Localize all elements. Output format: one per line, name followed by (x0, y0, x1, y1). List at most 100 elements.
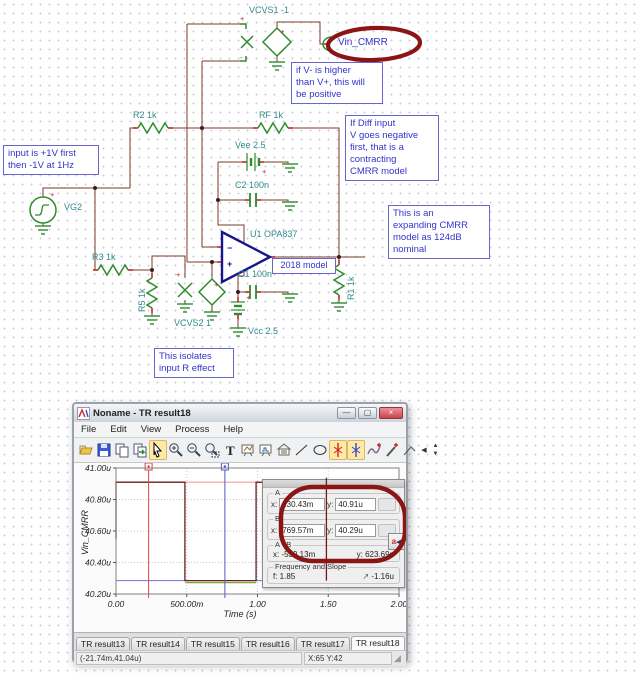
note-diff-input[interactable]: If Diff input V goes negative first, tha… (345, 115, 439, 181)
menu-edit[interactable]: Edit (103, 424, 133, 435)
y-tick-label: 40.20u (85, 589, 111, 599)
svg-text:+: + (240, 14, 245, 23)
menu-process[interactable]: Process (168, 424, 216, 435)
note-isolates[interactable]: This isolates input R effect (154, 348, 234, 378)
open-file-icon[interactable] (77, 440, 95, 460)
menu-view[interactable]: View (134, 424, 168, 435)
zoom-out-icon[interactable] (185, 440, 203, 460)
marker-tool-icon[interactable] (383, 440, 401, 460)
model-tag[interactable]: 2018 model (272, 258, 336, 274)
vcc-label[interactable]: Vcc 2.5 (248, 326, 278, 336)
note-vminus[interactable]: if V- is higher than V+, this will be po… (291, 62, 383, 104)
cursor-b-y-field[interactable]: 40.29u (335, 524, 375, 537)
desktop-background: − + +- +- + + + + + (0, 0, 640, 677)
cursor-a-x-field[interactable]: 230.43m (279, 498, 325, 511)
svg-text:+: + (246, 293, 251, 302)
vcvs2-label[interactable]: VCVS2 1 (174, 318, 211, 328)
c1-label[interactable]: C1 100n (238, 269, 272, 279)
note-expanding[interactable]: This is an expanding CMRR model as 124dB… (388, 205, 490, 259)
restore-button[interactable]: ▢ (358, 407, 377, 419)
tab-tr-result14[interactable]: TR result14 (131, 637, 185, 650)
menu-file[interactable]: File (74, 424, 103, 435)
save-icon[interactable] (95, 440, 113, 460)
cursor-jump-button[interactable]: a◀ (388, 533, 405, 550)
resistor-r2[interactable] (138, 123, 168, 133)
r2-label[interactable]: R2 1k (133, 110, 157, 120)
svg-text:+: + (176, 270, 181, 279)
add-curve-tool-icon[interactable] (365, 440, 383, 460)
frequency-slope-group: Frequency and Slope f: 1.85 ↗ -1.16u (267, 567, 400, 584)
x-tick-label: 0.00 (108, 599, 125, 609)
slope-tool-icon[interactable] (401, 440, 419, 460)
tr-result-window[interactable]: Noname - TR result18 — ▢ × File Edit Vie… (72, 402, 408, 663)
cursor-a-x-caption: x: (271, 500, 277, 509)
tab-tr-result16[interactable]: TR result16 (241, 637, 295, 650)
battery-vee[interactable] (247, 153, 259, 171)
schematic-canvas[interactable]: − + +- +- + + + + + (0, 0, 640, 398)
tab-tr-result15[interactable]: TR result15 (186, 637, 240, 650)
zoom-in-icon[interactable] (167, 440, 185, 460)
svg-text:+: + (227, 259, 232, 269)
r5-label[interactable]: R5 1k (137, 288, 147, 312)
copy-icon[interactable] (113, 440, 131, 460)
line-tool-icon[interactable] (293, 440, 311, 460)
u1-label[interactable]: U1 OPA837 (250, 229, 297, 239)
cursor-a-group: A x: 230.43m y: 40.91u (267, 493, 400, 514)
resize-grip[interactable]: ◢ (394, 653, 404, 664)
plot-area: 0.00500.00m1.001.502.0041.00u40.80u40.60… (74, 463, 406, 632)
minimize-button[interactable]: — (337, 407, 356, 419)
x-axis-label: Time (s) (74, 609, 406, 619)
cursor-a-tool-icon[interactable] (329, 440, 347, 460)
menu-help[interactable]: Help (216, 424, 250, 435)
resistor-r5[interactable] (147, 278, 157, 308)
r3-label[interactable]: R3 1k (92, 252, 116, 262)
cursor-b-tool-icon[interactable] (347, 440, 365, 460)
battery-vcc[interactable] (231, 302, 245, 314)
vin-cmrr-label[interactable]: Vin_CMRR (338, 37, 388, 48)
diagram-tool-icon[interactable] (239, 440, 257, 460)
toolbar-scroll-left-icon[interactable]: ◀ (419, 442, 429, 458)
note-input[interactable]: input is +1V first then -1V at 1Hz (3, 145, 99, 175)
frequency-value: f: 1.85 (273, 572, 295, 581)
export-icon[interactable] (131, 440, 149, 460)
window-title: Noname - TR result18 (93, 408, 335, 419)
vg2-source[interactable] (30, 197, 56, 223)
cursor-measurement-panel[interactable]: A x: 230.43m y: 40.91u B x: 769.57m y: (262, 479, 405, 588)
vee-label[interactable]: Vee 2.5 (235, 140, 266, 150)
cursor-b-group: B x: 769.57m y: 40.29u (267, 519, 400, 540)
cursor-panel-titlebar[interactable] (263, 480, 404, 488)
x-tick-label: 1.00 (249, 599, 266, 609)
pointer-tool-icon[interactable] (149, 440, 167, 460)
capacitor-c1[interactable] (250, 285, 256, 299)
zoom-window-icon[interactable] (203, 440, 221, 460)
r1-label[interactable]: R1 1k (346, 276, 356, 300)
toolbar-spinner[interactable]: ▲▼ (430, 442, 441, 458)
svg-text:−: − (227, 243, 232, 253)
cursor-a-y-field[interactable]: 40.91u (335, 498, 375, 511)
close-button[interactable]: × (379, 407, 403, 419)
tab-tr-result17[interactable]: TR result17 (296, 637, 350, 650)
text-tool-icon[interactable]: T (221, 440, 239, 460)
vg2-label[interactable]: VG2 (64, 202, 82, 212)
app-icon (77, 407, 90, 420)
cursor-a-handle-dot (147, 465, 149, 467)
cursor-b-x-field[interactable]: 769.57m (279, 524, 325, 537)
cursor-b-y-caption: y: (327, 526, 333, 535)
cursor-ab-group: A - B x: -539.13m y: 623.69n (267, 545, 400, 562)
tab-tr-result18[interactable]: TR result18 (351, 636, 405, 650)
legend-tool-icon[interactable] (275, 440, 293, 460)
menu-bar: File Edit View Process Help (74, 422, 406, 438)
c2-label[interactable]: C2 100n (235, 180, 269, 190)
resistor-rf[interactable] (258, 123, 288, 133)
ellipse-tool-icon[interactable] (311, 440, 329, 460)
cursor-ab-x-value: x: -539.13m (273, 550, 315, 559)
cursor-a-label: A (273, 489, 282, 497)
capacitor-c2[interactable] (250, 193, 256, 207)
slope-value: -1.16u (371, 572, 394, 581)
tab-tr-result13[interactable]: TR result13 (76, 637, 130, 650)
resistor-r3[interactable] (98, 265, 128, 275)
chart-tool-icon[interactable] (257, 440, 275, 460)
window-titlebar[interactable]: Noname - TR result18 — ▢ × (74, 404, 406, 422)
rf-label[interactable]: RF 1k (259, 110, 283, 120)
vcvs1-label[interactable]: VCVS1 -1 (249, 5, 289, 15)
